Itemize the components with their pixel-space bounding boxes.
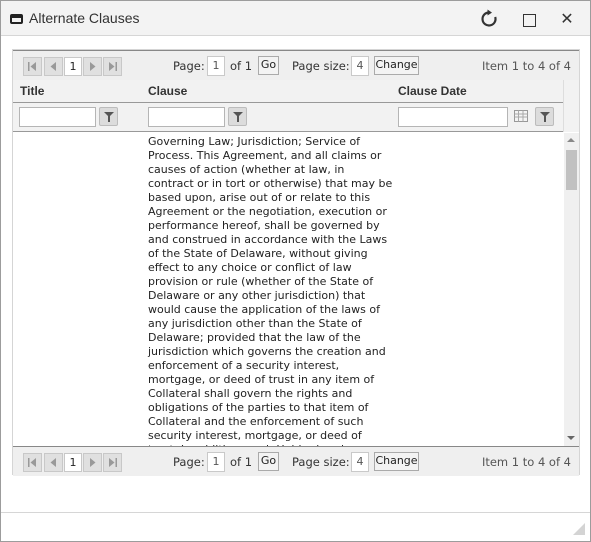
next-page-icon	[90, 62, 96, 71]
window-icon	[10, 14, 23, 24]
change-button[interactable]: Change	[374, 56, 419, 75]
clause-cell: Governing Law; Jurisdiction; Service of …	[148, 135, 393, 446]
date-picker-button[interactable]	[514, 109, 528, 123]
next-page-button[interactable]	[83, 57, 102, 76]
filter-icon	[540, 112, 550, 122]
first-page-button[interactable]	[23, 57, 42, 76]
refresh-icon	[481, 9, 497, 27]
page-label: Page:	[173, 59, 205, 73]
window-title: Alternate Clauses	[29, 10, 140, 26]
prev-page-icon	[50, 62, 56, 71]
page-size-label: Page size:	[292, 59, 350, 73]
last-page-icon	[109, 458, 117, 467]
page-label: Page:	[173, 455, 205, 469]
title-bar: Alternate Clauses ✕	[1, 1, 590, 36]
page-count: of 1	[230, 59, 253, 73]
filter-row	[13, 102, 579, 132]
last-page-button[interactable]	[103, 57, 122, 76]
clause-filter-input[interactable]	[148, 107, 225, 127]
current-page-button[interactable]: 1	[64, 453, 82, 472]
filter-icon	[104, 112, 114, 122]
first-page-button[interactable]	[23, 453, 42, 472]
first-page-icon	[28, 458, 36, 467]
clause-date-filter-button[interactable]	[535, 107, 554, 126]
clauses-grid: 1 Page: 1 of 1 Go Page size: 4 Change It…	[12, 49, 580, 476]
title-filter-input[interactable]	[19, 107, 96, 127]
change-button[interactable]: Change	[374, 452, 419, 471]
pager-bottom: 1 Page: 1 of 1 Go Page size: 4 Change It…	[13, 446, 579, 476]
last-page-icon	[109, 62, 117, 71]
page-size-input[interactable]: 4	[351, 56, 369, 76]
page-count: of 1	[230, 455, 253, 469]
go-button[interactable]: Go	[258, 56, 279, 75]
column-header-title[interactable]: Title	[20, 84, 44, 98]
next-page-button[interactable]	[83, 453, 102, 472]
page-input[interactable]: 1	[207, 56, 225, 76]
clause-date-filter-input[interactable]	[398, 107, 508, 127]
clause-filter-button[interactable]	[228, 107, 247, 126]
scroll-up-arrow-icon[interactable]	[567, 138, 575, 142]
pager-top: 1 Page: 1 of 1 Go Page size: 4 Change It…	[13, 50, 579, 80]
grid-body: Governing Law; Jurisdiction; Service of …	[13, 133, 579, 446]
last-page-button[interactable]	[103, 453, 122, 472]
resize-grip-icon[interactable]	[573, 523, 585, 535]
current-page-button[interactable]: 1	[64, 57, 82, 76]
scroll-thumb[interactable]	[566, 150, 577, 190]
page-size-input[interactable]: 4	[351, 452, 369, 472]
prev-page-button[interactable]	[44, 453, 63, 472]
close-button[interactable]: ✕	[557, 9, 577, 29]
prev-page-button[interactable]	[44, 57, 63, 76]
scrollbar-header-spacer	[563, 80, 579, 132]
page-input[interactable]: 1	[207, 452, 225, 472]
first-page-icon	[28, 62, 36, 71]
scroll-down-arrow-icon[interactable]	[567, 436, 575, 440]
window-footer-divider	[1, 512, 590, 513]
item-range-info: Item 1 to 4 of 4	[481, 59, 571, 73]
column-header-clause[interactable]: Clause	[148, 84, 187, 98]
column-header-row: Title Clause Clause Date	[13, 80, 579, 102]
next-page-icon	[90, 458, 96, 467]
page-size-label: Page size:	[292, 455, 350, 469]
maximize-button[interactable]	[519, 9, 539, 29]
column-header-clause-date[interactable]: Clause Date	[398, 84, 467, 98]
alternate-clauses-window: Alternate Clauses ✕ 1 Page: 1 of 1 Go Pa…	[0, 0, 591, 542]
go-button[interactable]: Go	[258, 452, 279, 471]
refresh-button[interactable]	[479, 9, 499, 29]
prev-page-icon	[50, 458, 56, 467]
item-range-info: Item 1 to 4 of 4	[481, 455, 571, 469]
calendar-icon	[514, 110, 528, 122]
vertical-scrollbar[interactable]	[564, 133, 579, 446]
title-filter-button[interactable]	[99, 107, 118, 126]
filter-icon	[233, 112, 243, 122]
